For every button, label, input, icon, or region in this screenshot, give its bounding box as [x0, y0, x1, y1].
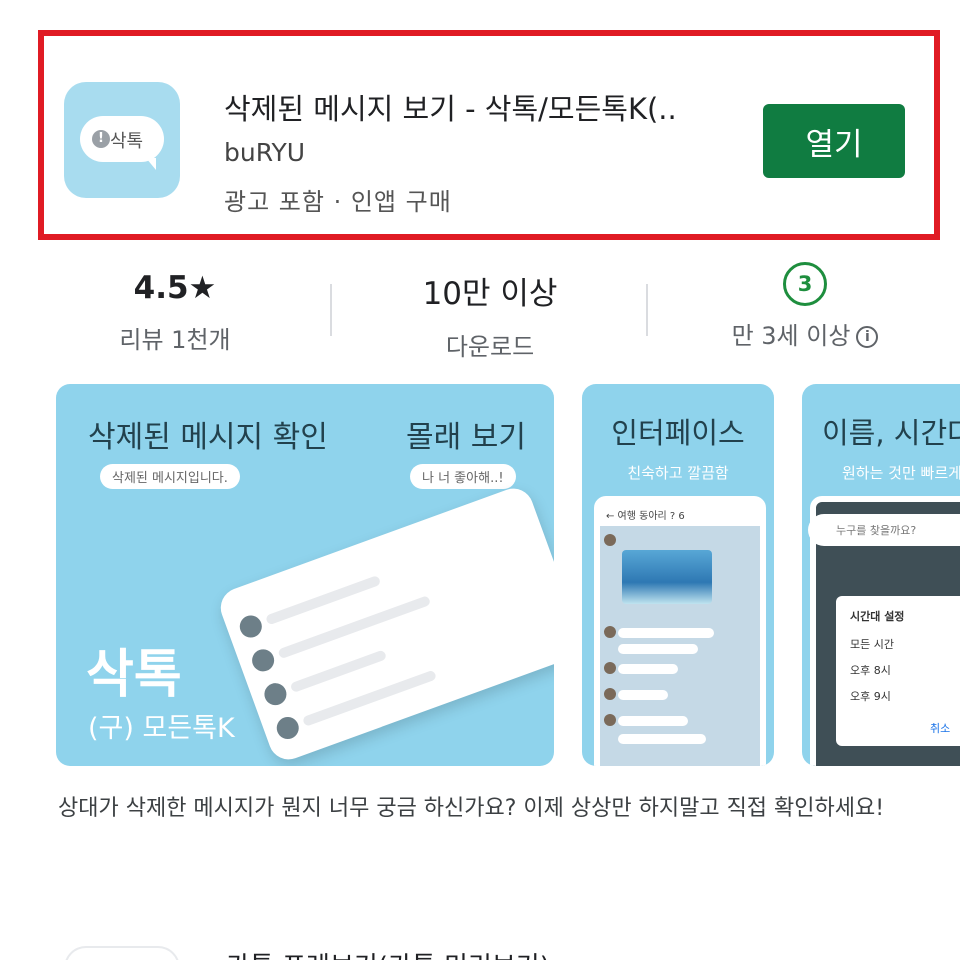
screenshot-3[interactable]: 이름, 시간다 원하는 것만 빠르게 누구를 찾을까요? 시간대 설정 모든 시… — [802, 384, 960, 766]
app-meta: 광고 포함 · 인앱 구매 — [224, 188, 452, 216]
screenshot-heading: 인터페이스 — [611, 416, 745, 450]
time-range-dialog: 시간대 설정 모든 시간 오후 8시 오후 9시 취소 — [836, 596, 960, 746]
dialog-cancel: 취소 — [930, 722, 951, 735]
phone-mockup: ← 여행 동아리 ? 6 — [594, 496, 766, 766]
rating-value: 4.5★ — [133, 270, 217, 306]
alert-icon: ! — [92, 130, 110, 148]
stat-divider — [330, 284, 332, 336]
app-description[interactable]: 상대가 삭제한 메시지가 뭔지 너무 궁금 하신가요? 이제 상상만 하지말고 … — [58, 790, 918, 828]
app-title: 삭제된 메시지 보기 - 삭톡/모든톡K(.. — [224, 92, 677, 126]
phone-mockup — [215, 482, 554, 766]
screenshot-app-subtitle: (구) 모든톡K — [88, 713, 235, 744]
screenshot-heading: 몰래 보기 — [406, 420, 526, 455]
rating-stat[interactable]: 4.5★ 리뷰 1천개 — [100, 270, 250, 355]
screenshot-2[interactable]: 인터페이스 친숙하고 깔끔함 ← 여행 동아리 ? 6 — [582, 384, 774, 766]
info-icon[interactable]: i — [856, 326, 879, 348]
downloads-value: 10만 이상 — [422, 276, 558, 312]
dialog-title: 시간대 설정 — [850, 610, 905, 623]
photo-thumbnail — [622, 550, 712, 604]
dialog-option: 모든 시간 — [850, 638, 894, 651]
chat-bubble-icon: ! 삭톡 — [80, 116, 164, 170]
screenshot-subheading: 친숙하고 깔끔함 — [627, 464, 729, 482]
screenshot-subheading: 원하는 것만 빠르게 — [842, 464, 960, 482]
developer-link[interactable]: buRYU — [224, 138, 305, 167]
screenshot-heading: 삭제된 메시지 확인 — [88, 420, 328, 455]
open-button[interactable]: 열기 — [763, 104, 905, 178]
screenshot-1[interactable]: 삭제된 메시지 확인 몰래 보기 삭제된 메시지입니다. 나 너 좋아해..! … — [56, 384, 554, 766]
age-rating-stat[interactable]: 3 만 3세 이상 i — [700, 262, 910, 351]
age-rating-label: 만 3세 이상 — [731, 322, 851, 350]
message-pill: 나 너 좋아해..! — [410, 464, 516, 489]
dialog-option: 오후 9시 — [850, 690, 891, 703]
screenshot-app-title: 삭톡 — [86, 645, 182, 705]
downloads-label: 다운로드 — [445, 333, 535, 361]
search-field: 누구를 찾을까요? — [808, 514, 960, 546]
dialog-option: 오후 8시 — [850, 664, 891, 677]
stat-divider — [646, 284, 648, 336]
screenshot-heading: 이름, 시간다 — [822, 416, 960, 450]
next-app-title[interactable]: 카톡 프레브기(카톡 미리보기) — [226, 946, 550, 960]
app-icon-label: 삭톡 — [110, 131, 144, 152]
downloads-stat: 10만 이상 다운로드 — [400, 268, 580, 362]
rating-label: 리뷰 1천개 — [119, 326, 231, 354]
age-rating-row: 만 3세 이상 i — [700, 316, 910, 351]
chat-header: ← 여행 동아리 ? 6 — [600, 502, 760, 526]
deleted-message-pill: 삭제된 메시지입니다. — [100, 464, 240, 489]
age-rating-badge-icon: 3 — [783, 262, 827, 306]
app-icon[interactable]: ! 삭톡 — [64, 82, 180, 198]
next-app-icon[interactable] — [64, 946, 180, 960]
